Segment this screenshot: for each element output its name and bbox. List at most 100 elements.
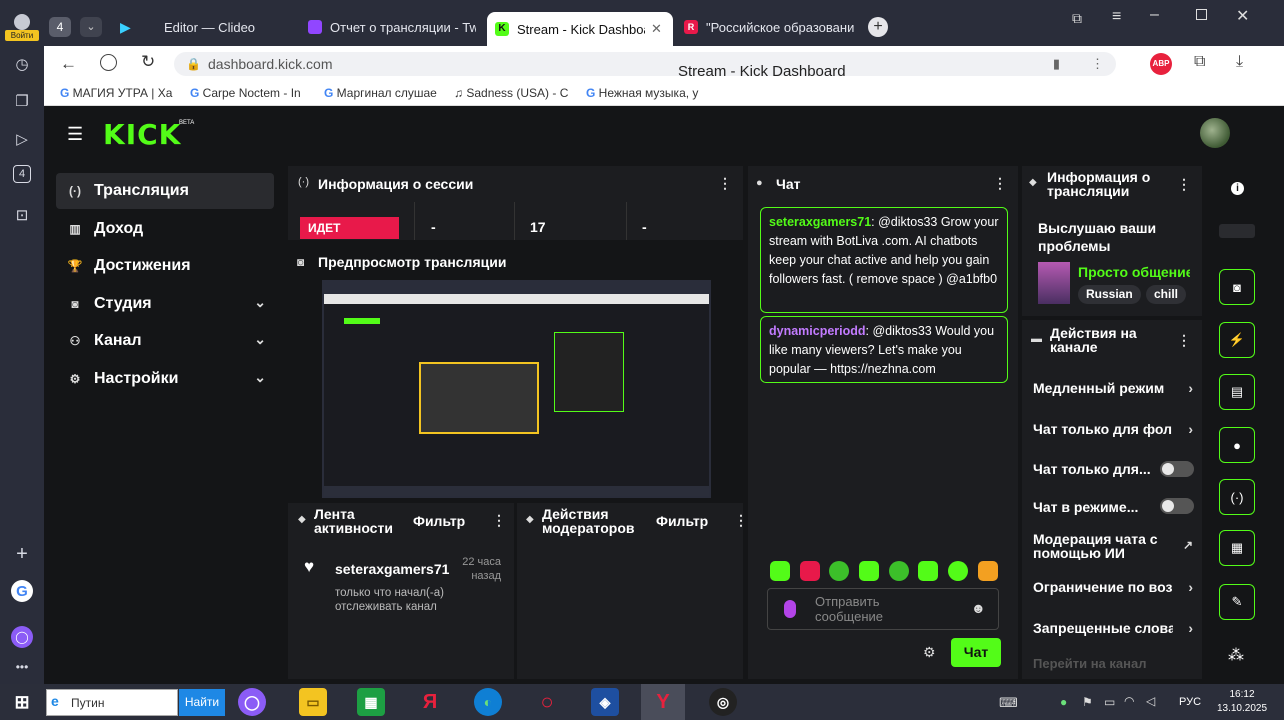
sidebar-item-income[interactable]: ▥ Доход bbox=[56, 211, 274, 247]
chat-message[interactable]: seteraxgamers71: @diktos33 Grow your str… bbox=[760, 207, 1008, 313]
sidebar-item-studio[interactable]: ◙ Студия ⌄ bbox=[56, 286, 274, 322]
wifi-icon[interactable]: ◠ bbox=[1124, 694, 1134, 708]
chat-username[interactable]: seteraxgamers71 bbox=[769, 215, 871, 229]
yandex-browser-icon[interactable]: Y bbox=[641, 684, 685, 720]
history-icon[interactable]: ◷ bbox=[11, 53, 33, 75]
store-icon[interactable]: ▦ bbox=[357, 688, 385, 716]
stream-preview-video[interactable] bbox=[322, 280, 711, 498]
edge-icon[interactable]: ◐ bbox=[474, 688, 502, 716]
category-thumbnail[interactable] bbox=[1038, 262, 1070, 304]
bookmark-item[interactable]: ♫ Sadness (USA) - C bbox=[454, 86, 574, 100]
tab-twitch[interactable]: Отчет о трансляции - Tw bbox=[308, 12, 476, 42]
tab-kick-dashboard[interactable]: K Stream - Kick Dashboar ✕ bbox=[487, 12, 673, 46]
go-to-channel-link[interactable]: Перейти на канал bbox=[1033, 656, 1146, 671]
preview-toggle-button[interactable]: ◙ bbox=[1219, 269, 1255, 305]
yandex-icon[interactable]: Я bbox=[416, 688, 444, 716]
collections-icon[interactable]: ❐ bbox=[11, 90, 33, 112]
page-menu-icon[interactable]: ⋮ bbox=[1091, 52, 1104, 76]
emote-mode-toggle[interactable] bbox=[1160, 498, 1194, 514]
flag-icon[interactable]: ⚑ bbox=[1082, 695, 1093, 709]
action-emote-mode[interactable]: Чат в режиме... bbox=[1033, 499, 1157, 515]
login-button[interactable]: Войти bbox=[5, 14, 39, 42]
category-name[interactable]: Просто общение bbox=[1078, 264, 1190, 280]
google-icon[interactable]: G bbox=[11, 580, 33, 602]
bookmarks-panel-icon[interactable]: ⧉ bbox=[1072, 10, 1082, 27]
bookmark-item[interactable]: G Нежная музыка, у bbox=[586, 86, 704, 100]
emote-icon[interactable] bbox=[889, 561, 909, 581]
adblock-icon[interactable]: ABP bbox=[1150, 53, 1172, 75]
action-age-restriction[interactable]: Ограничение по воз › bbox=[1033, 579, 1193, 598]
chat-toggle-button[interactable]: ● bbox=[1219, 427, 1255, 463]
opera-icon[interactable]: ○ bbox=[533, 688, 561, 716]
tab-group-counter[interactable]: 4 bbox=[49, 17, 71, 37]
emoji-icon[interactable]: ☻ bbox=[971, 600, 986, 616]
stream-tag[interactable]: chill bbox=[1146, 285, 1187, 304]
keyboard-icon[interactable]: ⌨ bbox=[999, 695, 1018, 711]
emote-icon[interactable] bbox=[770, 561, 790, 581]
obs-icon[interactable]: ◎ bbox=[709, 688, 737, 716]
avatar[interactable] bbox=[1200, 118, 1230, 148]
bookmark-item[interactable]: G МАГИЯ УТРА | Ха bbox=[60, 86, 176, 100]
emote-icon[interactable] bbox=[948, 561, 968, 581]
mod-menu-icon[interactable]: ⋮ bbox=[734, 512, 748, 529]
screenshot-icon[interactable]: ⊡ bbox=[11, 204, 33, 226]
reload-icon[interactable]: ↻ bbox=[141, 52, 155, 72]
tab-count-icon[interactable]: 4 bbox=[13, 165, 31, 183]
alice-icon[interactable]: ◯ bbox=[238, 688, 266, 716]
mod-filter-button[interactable]: Фильтр bbox=[656, 513, 708, 529]
play-icon[interactable]: ▷ bbox=[11, 128, 33, 150]
activity-menu-icon[interactable]: ⋮ bbox=[492, 512, 506, 529]
tab-list-chevron-icon[interactable]: ⌄ bbox=[80, 17, 102, 37]
volume-icon[interactable]: ◁ bbox=[1146, 694, 1155, 708]
alice-icon[interactable]: ◯ bbox=[11, 626, 33, 648]
maximize-icon[interactable] bbox=[1196, 9, 1207, 20]
emote-icon[interactable] bbox=[859, 561, 879, 581]
hamburger-icon[interactable]: ☰ bbox=[67, 124, 83, 145]
notes-button[interactable]: ▤ bbox=[1219, 374, 1255, 410]
scroll-up-handle[interactable] bbox=[1219, 224, 1255, 238]
protect-icon[interactable] bbox=[100, 54, 117, 71]
bookmark-item[interactable]: G Маргинал слушае bbox=[324, 86, 442, 100]
emote-icon[interactable] bbox=[800, 561, 820, 581]
clock[interactable]: 16:12 13.10.2025 bbox=[1216, 688, 1268, 716]
session-menu-icon[interactable]: ⋮ bbox=[718, 175, 732, 192]
emote-icon[interactable] bbox=[829, 561, 849, 581]
search-button[interactable]: Найти bbox=[179, 689, 225, 716]
action-subscribers-only[interactable]: Чат только для... bbox=[1033, 461, 1157, 477]
action-followers-only[interactable]: Чат только для фол › bbox=[1033, 421, 1193, 440]
chat-username[interactable]: dynamicperiodd bbox=[769, 324, 866, 338]
emote-icon[interactable] bbox=[978, 561, 998, 581]
tools-button[interactable]: ✎ bbox=[1219, 584, 1255, 620]
download-icon[interactable]: ⤓ bbox=[1236, 53, 1243, 71]
info-icon[interactable]: i bbox=[1231, 182, 1244, 195]
subscribers-only-toggle[interactable] bbox=[1160, 461, 1194, 477]
bookmark-item[interactable]: G Carpe Noctem - In bbox=[190, 86, 312, 100]
tab-clideo[interactable]: ▶ Editor — Clideo bbox=[120, 12, 280, 42]
layout-icon[interactable]: ⁂ bbox=[1228, 645, 1244, 665]
vpn-icon[interactable]: ◈ bbox=[591, 688, 619, 716]
mod-toggle-button[interactable]: ▦ bbox=[1219, 530, 1255, 566]
add-icon[interactable]: + bbox=[11, 543, 33, 565]
broadcast-toggle-button[interactable]: (·) bbox=[1219, 479, 1255, 515]
activity-user[interactable]: seteraxgamers71 bbox=[335, 561, 449, 577]
kick-logo[interactable]: KICK bbox=[103, 118, 181, 151]
bookmark-icon[interactable]: ▮ bbox=[1053, 52, 1060, 76]
sidebar-item-channel[interactable]: ⚇ Канал ⌄ bbox=[56, 323, 274, 359]
action-ai-moderation[interactable]: Модерация чата с помощью ИИ ↗ bbox=[1033, 532, 1193, 560]
sidebar-item-achievements[interactable]: 🏆 Достижения bbox=[56, 248, 274, 284]
chat-settings-icon[interactable]: ⚙ bbox=[923, 644, 936, 661]
action-banned-words[interactable]: Запрещенные слова › bbox=[1033, 620, 1193, 639]
chat-input[interactable]: Отправить сообщение ☻ bbox=[767, 588, 999, 630]
close-tab-icon[interactable]: ✕ bbox=[651, 21, 662, 37]
language-indicator[interactable]: РУС bbox=[1179, 696, 1201, 708]
chat-send-button[interactable]: Чат bbox=[951, 638, 1001, 667]
stream-tag[interactable]: Russian bbox=[1078, 285, 1141, 304]
activity-filter-button[interactable]: Фильтр bbox=[413, 513, 465, 529]
chat-message[interactable]: dynamicperiodd: @diktos33 Would you like… bbox=[760, 316, 1008, 383]
network-icon[interactable]: ▭ bbox=[1104, 695, 1115, 709]
menu-icon[interactable]: ≡ bbox=[1112, 8, 1121, 26]
new-tab-icon[interactable]: + bbox=[868, 17, 888, 37]
sidebar-item-settings[interactable]: ⚙ Настройки ⌄ bbox=[56, 361, 274, 397]
emote-icon[interactable] bbox=[918, 561, 938, 581]
chat-menu-icon[interactable]: ⋮ bbox=[993, 175, 1007, 192]
